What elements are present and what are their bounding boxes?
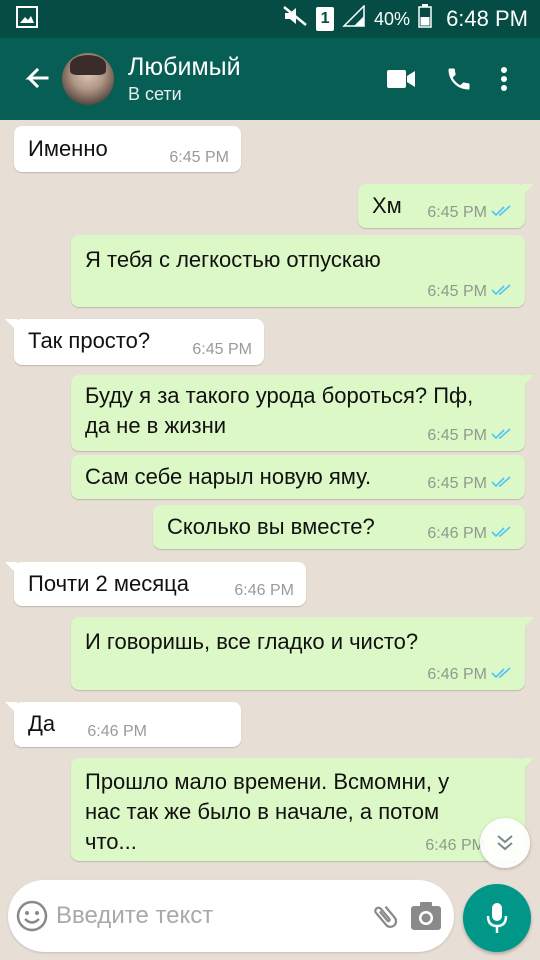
message-text: Прошло мало времени. Всмомни, у нас так … — [85, 769, 450, 854]
video-call-button[interactable] — [372, 49, 430, 109]
message-input[interactable] — [56, 896, 366, 936]
status-bar: 1 40% 6:48 PM — [0, 0, 540, 38]
avatar[interactable] — [62, 53, 114, 105]
read-ticks-icon — [491, 204, 513, 222]
scroll-to-bottom-button[interactable] — [480, 818, 530, 868]
message-outgoing[interactable]: Прошло мало времени. Всмомни, у нас так … — [71, 758, 534, 861]
contact-status: В сети — [128, 84, 182, 104]
message-text: Да — [28, 711, 56, 736]
message-outgoing[interactable]: И говоришь, все гладко и чисто? 6:46 PM — [71, 617, 534, 690]
message-time: 6:45 PM — [192, 341, 252, 358]
read-ticks-icon — [491, 666, 513, 684]
more-options-button[interactable] — [488, 49, 520, 109]
message-time: 6:45 PM — [427, 475, 513, 493]
message-time: 6:46 PM — [87, 723, 147, 740]
message-time: 6:46 PM — [425, 837, 485, 854]
message-time: 6:46 PM — [234, 582, 294, 599]
message-text: Буду я за такого урода бороться? Пф, да … — [85, 383, 474, 438]
gallery-notification-icon — [16, 5, 38, 33]
message-text: И говоришь, все гладко и чисто? — [85, 629, 419, 654]
message-time: 6:45 PM — [169, 149, 229, 166]
back-button[interactable] — [14, 38, 58, 120]
message-text: Хм — [372, 193, 402, 218]
battery-icon — [418, 4, 432, 34]
phone-icon — [448, 68, 470, 90]
message-text: Именно — [28, 136, 108, 161]
message-outgoing[interactable]: Я тебя с легкостью отпускаю 6:45 PM — [71, 235, 525, 307]
message-time: 6:45 PM — [427, 283, 513, 301]
compose-bar — [8, 880, 454, 952]
sim-icon: 1 — [316, 7, 335, 31]
mute-icon — [282, 5, 308, 33]
back-arrow-icon — [25, 67, 49, 89]
message-outgoing[interactable]: Хм 6:45 PM — [358, 184, 534, 228]
message-outgoing[interactable]: Сколько вы вместе? 6:46 PM — [153, 505, 525, 549]
message-text: Так просто? — [28, 328, 151, 353]
signal-icon — [342, 4, 366, 33]
status-time: 6:48 PM — [446, 6, 528, 31]
message-outgoing[interactable]: Буду я за такого урода бороться? Пф, да … — [71, 375, 534, 451]
message-outgoing[interactable]: Сам себе нарыл новую яму. 6:45 PM — [71, 455, 525, 499]
chat-header: Любимый В сети — [0, 38, 540, 120]
camera-icon — [411, 902, 441, 930]
attach-button[interactable] — [366, 880, 406, 952]
read-ticks-icon — [491, 475, 513, 493]
message-time: 6:46 PM — [427, 525, 513, 543]
contact-name: Любимый — [128, 53, 241, 81]
message-time: 6:45 PM — [427, 204, 513, 222]
read-ticks-icon — [491, 427, 513, 445]
message-list[interactable]: Именно 6:45 PM Хм 6:45 PM Я тебя с легко… — [0, 120, 540, 875]
message-text: Сам себе нарыл новую яму. — [85, 464, 372, 489]
message-incoming[interactable]: Именно 6:45 PM — [14, 126, 241, 172]
message-text: Почти 2 месяца — [28, 571, 189, 596]
emoji-button[interactable] — [12, 880, 52, 952]
message-text: Я тебя с легкостью отпускаю — [85, 247, 381, 272]
attach-icon — [374, 905, 398, 929]
video-call-icon — [387, 70, 415, 88]
mic-icon — [486, 903, 508, 933]
more-vert-icon — [501, 67, 507, 91]
emoji-icon — [16, 900, 48, 932]
camera-button[interactable] — [406, 880, 446, 952]
read-ticks-icon — [491, 525, 513, 543]
contact-info[interactable]: Любимый В сети — [128, 52, 372, 106]
message-time: 6:45 PM — [427, 427, 513, 445]
message-incoming[interactable]: Так просто? 6:45 PM — [5, 319, 264, 365]
voice-call-button[interactable] — [430, 49, 488, 109]
message-text: Сколько вы вместе? — [167, 514, 375, 539]
read-ticks-icon — [491, 283, 513, 301]
chevron-double-down-icon — [497, 835, 513, 851]
message-incoming[interactable]: Почти 2 месяца 6:46 PM — [5, 562, 306, 606]
message-incoming[interactable]: Да 6:46 PM — [5, 702, 241, 747]
battery-percent: 40% — [374, 8, 411, 29]
message-time: 6:46 PM — [427, 666, 513, 684]
voice-record-button[interactable] — [463, 884, 531, 952]
